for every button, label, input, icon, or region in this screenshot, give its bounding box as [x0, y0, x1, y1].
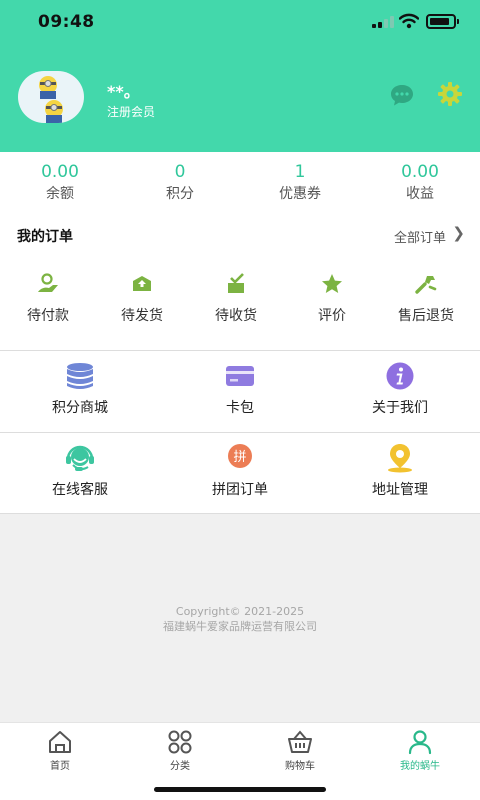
card-wallet-button[interactable]: 卡包 — [160, 351, 320, 433]
tab-cart[interactable]: 购物车 — [240, 729, 360, 772]
home-indicator — [154, 787, 326, 792]
profile-header: 09:48 **。 注册会员 — [0, 0, 480, 152]
copyright-line: Copyright© 2021-2025 — [175, 605, 305, 618]
about-us-button[interactable]: 关于我们 — [320, 351, 480, 433]
headset-icon — [66, 445, 94, 471]
tab-label: 购物车 — [285, 761, 315, 772]
online-service-button[interactable]: 在线客服 — [0, 433, 160, 515]
receive-icon — [228, 273, 244, 293]
tab-my-snail[interactable]: 我的蜗牛 — [360, 729, 480, 772]
database-icon — [67, 363, 93, 389]
tab-label: 我的蜗牛 — [400, 761, 440, 772]
orders-title: 我的订单 — [17, 229, 73, 245]
points-mall-button[interactable]: 积分商城 — [0, 351, 160, 433]
order-pending-receipt[interactable]: 待收货 — [188, 272, 284, 325]
stat-coupons[interactable]: 1 优惠券 — [240, 152, 360, 210]
user-icon — [408, 730, 432, 755]
wrench-icon — [415, 276, 437, 294]
order-item-label: 评价 — [318, 308, 346, 324]
tab-home[interactable]: 首页 — [0, 729, 120, 772]
avatar[interactable] — [18, 71, 84, 123]
stat-value: 0.00 — [401, 162, 439, 182]
stat-value: 0.00 — [41, 162, 79, 182]
order-item-label: 售后退货 — [398, 308, 454, 324]
service-label: 卡包 — [226, 400, 254, 416]
order-review[interactable]: 评价 — [284, 272, 380, 325]
box-icon — [133, 276, 151, 291]
service-label: 在线客服 — [52, 482, 108, 498]
stat-value: 0 — [174, 162, 186, 182]
tab-label: 分类 — [170, 761, 190, 772]
service-label: 拼团订单 — [212, 482, 268, 498]
company-name: 福建蜗牛爱家品牌运营有限公司 — [163, 620, 317, 633]
tab-label: 首页 — [50, 761, 70, 772]
basket-icon — [288, 730, 312, 753]
group-order-icon: 拼 — [228, 444, 252, 468]
location-icon — [388, 444, 412, 473]
order-pending-shipment[interactable]: 待发货 — [94, 272, 190, 325]
signal-icon — [372, 16, 394, 28]
services-row: 在线客服 拼 拼团订单 地址管理 — [0, 432, 480, 514]
copyright-footer: Copyright© 2021-2025 福建蜗牛爱家品牌运营有限公司 — [0, 604, 480, 634]
order-item-label: 待发货 — [121, 308, 163, 324]
address-management-button[interactable]: 地址管理 — [320, 433, 480, 515]
card-icon — [226, 366, 254, 386]
battery-icon — [426, 14, 459, 29]
home-icon — [49, 731, 71, 753]
order-item-label: 待付款 — [27, 308, 69, 324]
info-icon — [386, 362, 414, 390]
stat-label: 积分 — [166, 186, 194, 202]
wifi-icon — [399, 13, 419, 29]
grid-icon — [168, 730, 192, 754]
status-time: 09:48 — [38, 12, 95, 32]
stat-earnings[interactable]: 0.00 收益 — [360, 152, 480, 210]
order-after-sales[interactable]: 售后退货 — [378, 272, 474, 325]
username: **。 — [107, 82, 140, 101]
stat-value: 1 — [294, 162, 306, 182]
group-order-glyph: 拼 — [233, 450, 246, 465]
services-row: 积分商城 卡包 关于我们 — [0, 350, 480, 432]
member-level: 注册会员 — [107, 105, 156, 119]
stat-label: 余额 — [46, 186, 74, 202]
tab-category[interactable]: 分类 — [120, 729, 240, 772]
service-label: 地址管理 — [372, 482, 428, 498]
message-icon[interactable] — [389, 83, 415, 107]
settings-icon[interactable] — [437, 81, 463, 107]
account-stats: 0.00 余额 0 积分 1 优惠券 0.00 收益 — [0, 152, 480, 210]
service-label: 积分商城 — [52, 400, 108, 416]
payment-icon — [38, 273, 58, 292]
all-orders-link[interactable]: 全部订单 — [394, 227, 446, 246]
order-item-label: 待收货 — [215, 308, 257, 324]
chevron-right-icon[interactable]: ❯ — [452, 224, 465, 242]
group-order-button[interactable]: 拼 拼团订单 — [160, 433, 320, 515]
stat-points[interactable]: 0 积分 — [120, 152, 240, 210]
order-pending-payment[interactable]: 待付款 — [0, 272, 96, 325]
stat-balance[interactable]: 0.00 余额 — [0, 152, 120, 210]
stat-label: 收益 — [406, 186, 434, 202]
star-icon — [322, 274, 342, 293]
service-label: 关于我们 — [372, 400, 428, 416]
stat-label: 优惠券 — [279, 186, 321, 202]
my-orders-section: 我的订单 全部订单 ❯ 待付款 待发货 待收货 评价 售后退货 — [0, 210, 480, 350]
status-bar: 09:48 — [0, 0, 480, 44]
